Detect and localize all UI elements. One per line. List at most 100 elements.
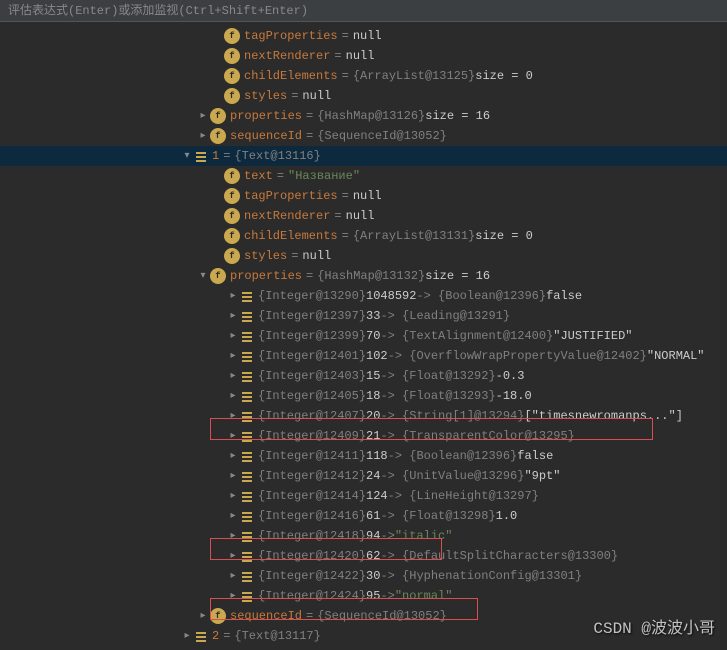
value-icon bbox=[240, 329, 254, 343]
variable-value: {HashMap@13126} bbox=[317, 109, 425, 123]
chevron-down-icon[interactable] bbox=[180, 150, 194, 162]
tree-row[interactable]: {Integer@13290} 1048592 -> {Boolean@1239… bbox=[0, 286, 727, 306]
tree-row[interactable]: fchildElements={ArrayList@13131} size = … bbox=[0, 226, 727, 246]
variable-value: 15 bbox=[366, 369, 380, 383]
tree-row[interactable]: {Integer@12420} 62 -> {DefaultSplitChara… bbox=[0, 546, 727, 566]
variable-value: -> {LineHeight@13297} bbox=[388, 489, 539, 503]
variable-value: -> bbox=[380, 589, 394, 603]
tree-row[interactable]: {Integer@12416} 61 -> {Float@13298} 1.0 bbox=[0, 506, 727, 526]
chevron-right-icon[interactable] bbox=[196, 130, 210, 142]
variable-value: -> {Leading@13291} bbox=[380, 309, 510, 323]
tree-row[interactable]: {Integer@12401} 102 -> {OverflowWrapProp… bbox=[0, 346, 727, 366]
variable-name: {Integer@12422} bbox=[258, 569, 366, 583]
chevron-right-icon[interactable] bbox=[180, 630, 194, 642]
variable-value: size = 16 bbox=[425, 269, 490, 283]
chevron-right-icon[interactable] bbox=[226, 550, 240, 562]
chevron-right-icon[interactable] bbox=[226, 470, 240, 482]
tree-row[interactable]: fstyles=null bbox=[0, 86, 727, 106]
tree-row[interactable]: {Integer@12399} 70 -> {TextAlignment@124… bbox=[0, 326, 727, 346]
tree-row[interactable]: {Integer@12424} 95 -> "normal" bbox=[0, 586, 727, 606]
tree-row[interactable]: fchildElements={ArrayList@13125} size = … bbox=[0, 66, 727, 86]
chevron-right-icon[interactable] bbox=[226, 590, 240, 602]
value-icon bbox=[240, 409, 254, 423]
value-icon bbox=[240, 509, 254, 523]
variable-name: {Integer@12399} bbox=[258, 329, 366, 343]
debugger-variables-tree[interactable]: ftagProperties=nullfnextRenderer=nullfch… bbox=[0, 22, 727, 650]
variable-value: 94 bbox=[366, 529, 380, 543]
tree-row[interactable]: {Integer@12412} 24 -> {UnitValue@13296} … bbox=[0, 466, 727, 486]
variable-name: styles bbox=[244, 249, 287, 263]
tree-row[interactable]: fsequenceId={SequenceId@13052} bbox=[0, 606, 727, 626]
tree-row[interactable]: {Integer@12409} 21 -> {TransparentColor@… bbox=[0, 426, 727, 446]
tree-row[interactable]: {Integer@12407} 20 -> {String[1]@13294} … bbox=[0, 406, 727, 426]
chevron-down-icon[interactable] bbox=[196, 270, 210, 282]
tree-row[interactable]: fsequenceId={SequenceId@13052} bbox=[0, 126, 727, 146]
value-icon bbox=[194, 149, 208, 163]
variable-value: "9pt" bbox=[524, 469, 560, 483]
variable-value: -0.3 bbox=[496, 369, 525, 383]
tree-row[interactable]: {Integer@12411} 118 -> {Boolean@12396} f… bbox=[0, 446, 727, 466]
variable-value: -> {HyphenationConfig@13301} bbox=[380, 569, 582, 583]
tree-row[interactable]: 2={Text@13117} bbox=[0, 626, 727, 646]
chevron-right-icon[interactable] bbox=[226, 350, 240, 362]
chevron-right-icon[interactable] bbox=[196, 610, 210, 622]
tree-row[interactable]: {Integer@12403} 15 -> {Float@13292} -0.3 bbox=[0, 366, 727, 386]
variable-name: styles bbox=[244, 89, 287, 103]
variable-value: {ArrayList@13125} bbox=[353, 69, 475, 83]
chevron-right-icon[interactable] bbox=[226, 430, 240, 442]
variable-value: 62 bbox=[366, 549, 380, 563]
field-icon: f bbox=[224, 208, 240, 224]
variable-value: 1048592 bbox=[366, 289, 416, 303]
value-icon bbox=[240, 549, 254, 563]
variable-name: {Integer@12401} bbox=[258, 349, 366, 363]
tree-row[interactable]: ftagProperties=null bbox=[0, 186, 727, 206]
chevron-right-icon[interactable] bbox=[226, 290, 240, 302]
chevron-right-icon[interactable] bbox=[226, 570, 240, 582]
value-icon bbox=[240, 389, 254, 403]
tree-row[interactable]: fproperties={HashMap@13126} size = 16 bbox=[0, 106, 727, 126]
tree-row[interactable]: fnextRenderer=null bbox=[0, 206, 727, 226]
chevron-right-icon[interactable] bbox=[226, 390, 240, 402]
tree-row[interactable]: {Integer@12418} 94 -> "italic" bbox=[0, 526, 727, 546]
variable-name: 1 bbox=[212, 149, 219, 163]
variable-name: {Integer@12412} bbox=[258, 469, 366, 483]
chevron-right-icon[interactable] bbox=[226, 410, 240, 422]
tree-row[interactable]: ftext="Название" bbox=[0, 166, 727, 186]
variable-name: properties bbox=[230, 269, 302, 283]
variable-value: 20 bbox=[366, 409, 380, 423]
chevron-right-icon[interactable] bbox=[226, 530, 240, 542]
variable-name: {Integer@13290} bbox=[258, 289, 366, 303]
chevron-right-icon[interactable] bbox=[226, 330, 240, 342]
variable-value: 18 bbox=[366, 389, 380, 403]
chevron-right-icon[interactable] bbox=[226, 510, 240, 522]
variable-name: childElements bbox=[244, 69, 338, 83]
chevron-right-icon[interactable] bbox=[226, 450, 240, 462]
value-icon bbox=[240, 529, 254, 543]
tree-row[interactable]: {Integer@12414} 124 -> {LineHeight@13297… bbox=[0, 486, 727, 506]
chevron-right-icon[interactable] bbox=[196, 110, 210, 122]
value-icon bbox=[240, 569, 254, 583]
variable-value: null bbox=[302, 89, 331, 103]
chevron-right-icon[interactable] bbox=[226, 310, 240, 322]
field-icon: f bbox=[224, 248, 240, 264]
field-icon: f bbox=[210, 608, 226, 624]
variable-value: "Название" bbox=[288, 169, 360, 183]
chevron-right-icon[interactable] bbox=[226, 370, 240, 382]
tree-row[interactable]: fnextRenderer=null bbox=[0, 46, 727, 66]
variable-name: tagProperties bbox=[244, 189, 338, 203]
tree-row[interactable]: {Integer@12422} 30 -> {HyphenationConfig… bbox=[0, 566, 727, 586]
variable-value: size = 16 bbox=[425, 109, 490, 123]
tree-row[interactable]: {Integer@12397} 33 -> {Leading@13291} bbox=[0, 306, 727, 326]
tree-row[interactable]: {Integer@12405} 18 -> {Float@13293} -18.… bbox=[0, 386, 727, 406]
field-icon: f bbox=[210, 268, 226, 284]
variable-value: "JUSTIFIED" bbox=[553, 329, 632, 343]
variable-value: -> {TransparentColor@13295} bbox=[380, 429, 574, 443]
tree-row[interactable]: ftagProperties=null bbox=[0, 26, 727, 46]
chevron-right-icon[interactable] bbox=[226, 490, 240, 502]
evaluate-expression-bar[interactable]: 评估表达式(Enter)或添加监视(Ctrl+Shift+Enter) bbox=[0, 0, 727, 22]
tree-row[interactable]: fstyles=null bbox=[0, 246, 727, 266]
tree-row[interactable]: 1={Text@13116} bbox=[0, 146, 727, 166]
variable-name: {Integer@12405} bbox=[258, 389, 366, 403]
variable-value: null bbox=[353, 189, 382, 203]
tree-row[interactable]: fproperties={HashMap@13132} size = 16 bbox=[0, 266, 727, 286]
